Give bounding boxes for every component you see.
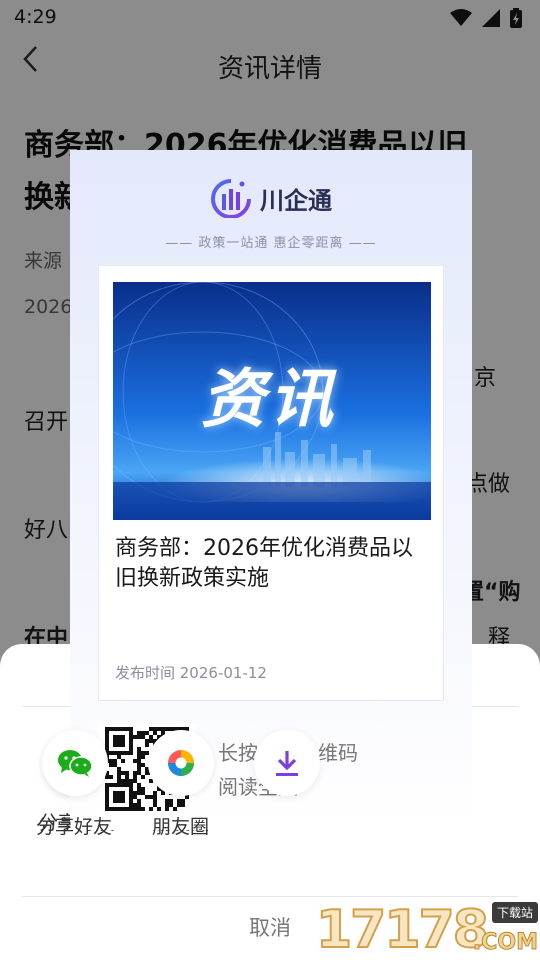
download-poster-button[interactable] <box>254 730 320 796</box>
share-friend-caption: 分享好友 <box>36 816 113 838</box>
poster-news-card: 资讯 商务部：2026年优化消费品以旧换新政策实施 发布时间 2026-01-1… <box>98 265 444 701</box>
divider <box>22 896 518 897</box>
news-cover-image: 资讯 <box>113 282 431 520</box>
moments-icon <box>168 750 194 776</box>
poster-date: 发布时间 2026-01-12 <box>115 664 267 682</box>
brand-logo-icon <box>211 179 251 218</box>
site-watermark: 17178 下载站 .COM <box>315 899 540 960</box>
poster-brand: 川企通 <box>260 186 332 215</box>
watermark-digits: 17178 <box>315 899 490 960</box>
poster-slogan: —— 政策一站通 惠企零距离 —— <box>165 236 377 251</box>
qr-hint: 长按识别二维码 阅读全文 <box>218 736 438 804</box>
wechat-icon <box>58 750 93 777</box>
share-moments-caption: 朋友圈 <box>152 816 210 838</box>
news-cover-text: 资讯 <box>201 363 337 437</box>
download-icon <box>276 751 298 776</box>
watermark-suffix: .COM <box>472 930 538 956</box>
share-moments-icon-button[interactable] <box>148 730 214 796</box>
qr-hint-line2: 阅读全文 <box>218 775 298 799</box>
share-poster: 川企通 —— 政策一站通 惠企零距离 —— 资讯 商务部：2026年优化消费品以… <box>70 150 472 830</box>
qr-hint-line1: 长按识别二维码 <box>218 736 438 770</box>
poster-headline: 商务部：2026年优化消费品以旧换新政策实施 <box>115 536 413 591</box>
watermark-tag: 下载站 <box>491 902 538 923</box>
poster-logo: 川企通 <box>70 178 472 218</box>
share-wechat-icon-button[interactable] <box>42 730 108 796</box>
